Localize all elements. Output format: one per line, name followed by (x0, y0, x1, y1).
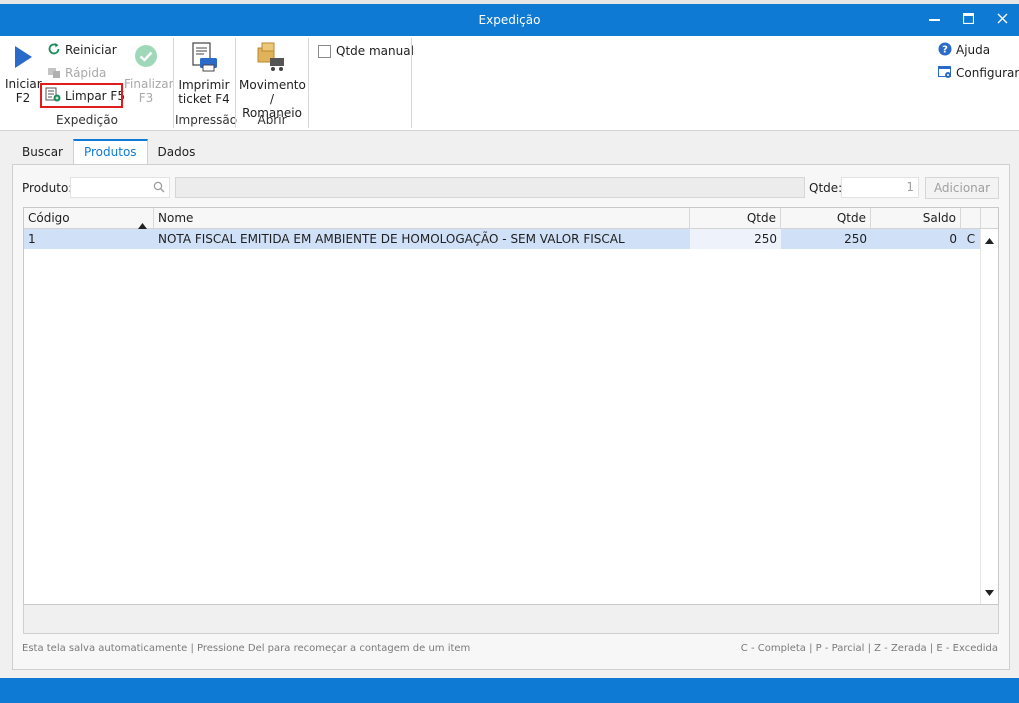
cell-qtde-expedida: 250 (844, 232, 867, 246)
group-separator (411, 38, 412, 128)
boxes-icon (256, 42, 305, 75)
ribbon: Iniciar F2 Reiniciar Rápida Limpar F5 Fi… (0, 36, 1019, 131)
ajuda-button[interactable]: ? Ajuda (938, 40, 990, 60)
imprimir-label: Imprimir ticket F4 (178, 78, 230, 106)
search-icon (153, 181, 165, 196)
grid-scrollbar[interactable] (980, 229, 998, 604)
cell-codigo: 1 (28, 232, 36, 246)
movimento-romaneio-button[interactable]: Movimento / Romaneio (239, 42, 306, 120)
group-label-impressao: Impressão (175, 113, 238, 127)
cell-qtde: 250 (690, 229, 781, 249)
iniciar-button[interactable]: Iniciar F2 (5, 44, 42, 105)
tab-strip: Buscar Produtos Dados (12, 139, 205, 165)
produto-code-input[interactable] (70, 177, 170, 198)
group-separator (173, 38, 174, 128)
tab-dados[interactable]: Dados (148, 139, 206, 165)
qtde-label: Qtde: (809, 181, 843, 195)
iniciar-label: Iniciar F2 (5, 77, 42, 105)
finalizar-button[interactable]: Finalizar F3 (124, 44, 174, 105)
fast-icon (47, 65, 61, 82)
refresh-icon (47, 42, 61, 59)
svg-text:?: ? (942, 44, 948, 55)
table-row[interactable]: 1 NOTA FISCAL EMITIDA EM AMBIENTE DE HOM… (24, 229, 980, 249)
produtos-panel: Produto: Qtde: 1 Adicionar Código Nome Q… (12, 164, 1010, 670)
group-separator (308, 38, 309, 128)
reiniciar-button[interactable]: Reiniciar (47, 40, 117, 60)
configurar-button[interactable]: Configurar (938, 63, 1019, 83)
expedicao-window: Expedição Iniciar F2 Reiniciar Rápida Li… (0, 0, 1019, 703)
maximize-icon (962, 12, 974, 24)
qtde-manual-checkbox[interactable]: Qtde manual (318, 44, 414, 58)
minimize-icon (928, 13, 940, 24)
close-button[interactable] (985, 4, 1019, 32)
limpar-highlight-box (40, 83, 123, 108)
produto-name-field (175, 177, 805, 198)
printer-icon (190, 42, 230, 75)
status-legend: C - Completa | P - Parcial | Z - Zerada … (740, 643, 998, 654)
column-header-qtde[interactable]: Qtde (690, 208, 781, 229)
group-label-abrir: Abrir (257, 113, 287, 127)
check-circle-icon (134, 44, 168, 71)
imprimir-ticket-button[interactable]: Imprimir ticket F4 (178, 42, 230, 106)
column-header-nome[interactable]: Nome (154, 208, 690, 229)
column-header-status[interactable] (961, 208, 981, 229)
column-header-qtde-expedida[interactable]: Qtde Expedida (781, 208, 871, 246)
tab-produtos[interactable]: Produtos (72, 139, 148, 165)
close-icon (997, 13, 1008, 24)
settings-window-icon (938, 65, 952, 82)
cell-status: C (966, 232, 976, 246)
grid-footer (23, 605, 999, 634)
group-label-expedicao: Expedição (56, 113, 118, 127)
content-area: Buscar Produtos Dados Produto: Qtde: 1 A… (0, 131, 1019, 678)
cell-nome: NOTA FISCAL EMITIDA EM AMBIENTE DE HOMOL… (158, 232, 625, 246)
autosave-note: Esta tela salva automaticamente | Pressi… (22, 643, 471, 654)
status-bar (0, 678, 1019, 703)
grid-header: Código Nome Qtde Qtde Expedida Saldo (24, 208, 998, 246)
scroll-down-icon[interactable] (985, 585, 994, 599)
product-search-row: Produto: Qtde: 1 Adicionar (13, 177, 1009, 199)
produto-label: Produto: (22, 181, 73, 195)
minimize-button[interactable] (917, 4, 951, 32)
column-header-codigo[interactable]: Código (24, 208, 154, 229)
adicionar-button[interactable]: Adicionar (925, 177, 999, 199)
play-icon (12, 44, 41, 73)
column-header-saldo[interactable]: Saldo (871, 208, 961, 229)
maximize-button[interactable] (951, 4, 985, 32)
tab-buscar[interactable]: Buscar (12, 139, 73, 165)
title-bar: Expedição (0, 4, 1019, 36)
window-title: Expedição (478, 13, 541, 27)
help-icon: ? (938, 42, 952, 59)
cell-saldo: 0 (949, 232, 957, 246)
qtde-input[interactable]: 1 (841, 177, 919, 198)
checkbox-box[interactable] (318, 44, 331, 58)
finalizar-label: Finalizar F3 (124, 77, 174, 105)
rapida-button[interactable]: Rápida (47, 63, 106, 83)
products-grid: Código Nome Qtde Qtde Expedida Saldo 1 N… (23, 207, 999, 605)
scroll-up-icon[interactable] (985, 233, 994, 247)
